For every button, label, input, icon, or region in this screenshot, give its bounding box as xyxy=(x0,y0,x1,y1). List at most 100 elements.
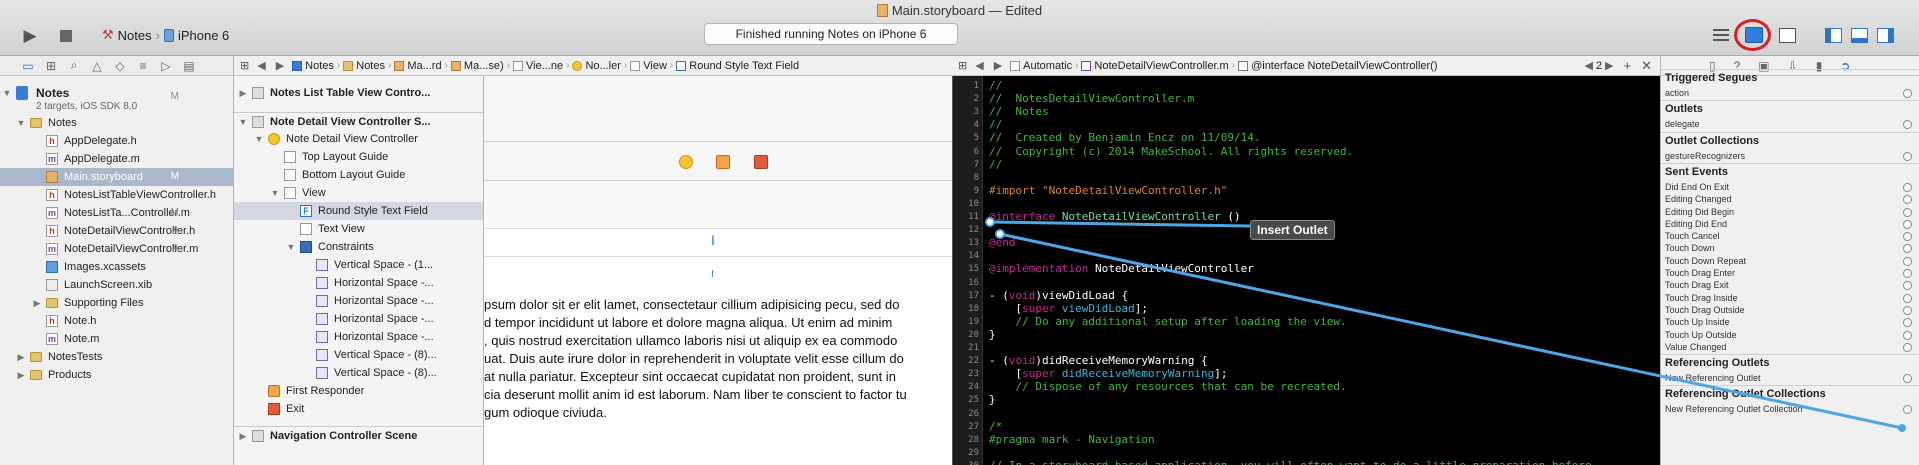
tree-item-file[interactable]: m NoteDetailViewController.m A xyxy=(0,240,233,258)
related-items-icon[interactable]: ⊞ xyxy=(958,59,967,72)
outline-scene[interactable]: ▶ Navigation Controller Scene xyxy=(234,426,483,444)
tree-item-file-selected[interactable]: Main.storyboard M xyxy=(0,168,233,186)
disclosure-open-icon[interactable]: ▼ xyxy=(286,238,296,256)
connection-well-icon[interactable] xyxy=(1903,120,1912,130)
connection-well-icon[interactable] xyxy=(1903,374,1912,384)
outline-item[interactable]: Horizontal Space -... xyxy=(234,292,483,310)
disclosure-open-icon[interactable]: ▼ xyxy=(2,84,12,102)
tree-item-file[interactable]: h Note.h xyxy=(0,312,233,330)
connection-well-icon[interactable] xyxy=(1903,405,1912,415)
connection-well-icon[interactable] xyxy=(1903,305,1912,315)
connection-well-icon[interactable] xyxy=(1903,269,1912,278)
assistant-mode-selector[interactable]: Automatic xyxy=(1010,60,1072,72)
standard-editor-button[interactable] xyxy=(1710,24,1732,46)
jump-bar-item[interactable]: Notes xyxy=(292,60,334,72)
connection-well-icon[interactable] xyxy=(1903,256,1912,266)
connection-row[interactable]: gestureRecognizers xyxy=(1661,149,1919,164)
tree-item-file[interactable]: LaunchScreen.xib xyxy=(0,276,233,294)
outline-item[interactable]: Vertical Space - (1... xyxy=(234,256,483,274)
toggle-debug-area-button[interactable] xyxy=(1848,24,1870,46)
tree-item-file[interactable]: m NotesListTa...Controller.m M xyxy=(0,204,233,222)
next-counterpart-icon[interactable]: ▶ xyxy=(1605,59,1613,72)
outline-item[interactable]: Exit xyxy=(234,400,483,418)
test-icon[interactable]: ◇ xyxy=(114,59,126,73)
jump-bar-item[interactable]: Ma...rd xyxy=(394,60,442,72)
toggle-navigator-button[interactable] xyxy=(1822,24,1844,46)
disclosure-closed-icon[interactable]: ▶ xyxy=(32,294,42,312)
jump-bar-item[interactable]: Ma...se) xyxy=(450,60,504,72)
tree-item-group[interactable]: ▶ Products xyxy=(0,366,233,384)
jump-bar-item[interactable]: Notes xyxy=(343,60,385,72)
close-editor-icon[interactable]: ✕ xyxy=(1641,58,1652,74)
disclosure-closed-icon[interactable]: ▶ xyxy=(238,84,248,102)
back-arrow-icon[interactable]: ◀ xyxy=(257,59,265,72)
version-editor-button[interactable] xyxy=(1775,24,1799,46)
outline-item[interactable]: ▼ View xyxy=(234,184,483,202)
connection-well-icon[interactable] xyxy=(1903,182,1912,192)
disclosure-open-icon[interactable]: ▼ xyxy=(270,184,280,202)
connection-well-icon[interactable] xyxy=(1903,219,1912,229)
connection-well-icon[interactable] xyxy=(1903,195,1912,205)
scheme-selector[interactable]: ⚒ Notes › iPhone 6 xyxy=(102,27,229,43)
disclosure-open-icon[interactable]: ▼ xyxy=(238,113,248,131)
back-arrow-icon[interactable]: ◀ xyxy=(975,59,983,72)
tree-item-group[interactable]: ▶ Supporting Files xyxy=(0,294,233,312)
tree-item-group[interactable]: ▼ Notes xyxy=(0,114,233,132)
connection-well-icon[interactable] xyxy=(1903,281,1912,291)
warning-icon[interactable]: △ xyxy=(91,59,103,73)
symbol-icon[interactable]: ⊞ xyxy=(45,59,57,73)
folder-icon[interactable]: ▭ xyxy=(22,59,34,73)
outline-item[interactable]: Top Layout Guide xyxy=(234,148,483,166)
connection-well-icon[interactable] xyxy=(1903,207,1912,217)
forward-arrow-icon[interactable]: ▶ xyxy=(994,59,1002,72)
exit-icon[interactable] xyxy=(754,155,768,169)
jump-bar-item[interactable]: No...ler xyxy=(572,60,621,72)
view-controller-icon[interactable] xyxy=(679,155,693,169)
tree-item-group[interactable]: ▶ NotesTests xyxy=(0,348,233,366)
outline-item[interactable]: Vertical Space - (8)... xyxy=(234,346,483,364)
round-style-text-field[interactable] xyxy=(484,229,952,257)
tree-item-project[interactable]: ▼ Notes 2 targets, iOS SDK 8.0 M xyxy=(0,84,233,114)
outline-item[interactable]: Text View xyxy=(234,220,483,238)
text-view[interactable]: psum dolor sit er elit lamet, consecteta… xyxy=(484,296,952,422)
connection-well-icon[interactable] xyxy=(1903,318,1912,328)
outline-item[interactable]: Horizontal Space -... xyxy=(234,274,483,292)
add-editor-icon[interactable]: + xyxy=(1624,58,1632,73)
jump-bar-symbol[interactable]: @interface NoteDetailViewController() xyxy=(1238,60,1438,72)
outline-item[interactable]: ▼ Note Detail View Controller xyxy=(234,130,483,148)
tree-item-file[interactable]: h NoteDetailViewController.h A xyxy=(0,222,233,240)
search-icon[interactable]: ⌕ xyxy=(68,58,80,73)
stop-button[interactable] xyxy=(54,25,78,47)
interface-builder-canvas[interactable]: I I psum dolor sit er elit lamet, consec… xyxy=(484,76,952,465)
debug-icon[interactable]: ≡ xyxy=(137,59,149,73)
connection-well-icon[interactable] xyxy=(1903,89,1912,98)
toggle-utilities-button[interactable] xyxy=(1874,24,1896,46)
outline-item[interactable]: Bottom Layout Guide xyxy=(234,166,483,184)
outline-item[interactable]: Vertical Space - (8)... xyxy=(234,364,483,382)
jump-bar-item[interactable]: Round Style Text Field xyxy=(676,60,799,72)
jump-bar-item[interactable]: Vie...ne xyxy=(513,60,563,72)
run-button[interactable]: ▶ xyxy=(18,25,42,47)
disclosure-closed-icon[interactable]: ▶ xyxy=(16,348,26,366)
source-editor[interactable]: 1 2 3 4 5 6 7 8 9 10 11 12 13 14 15 16 17 18 19 20 21 22 23 24 2… xyxy=(952,76,1660,465)
tree-item-file[interactable]: Images.xcassets xyxy=(0,258,233,276)
outline-item-selected[interactable]: F Round Style Text Field xyxy=(234,202,483,220)
connection-row[interactable]: action xyxy=(1661,86,1919,101)
related-items-icon[interactable]: ⊞ xyxy=(240,59,249,72)
connection-well-icon[interactable] xyxy=(1903,232,1912,242)
disclosure-closed-icon[interactable]: ▶ xyxy=(16,366,26,384)
disclosure-open-icon[interactable]: ▼ xyxy=(254,130,264,148)
jump-bar-item[interactable]: View xyxy=(630,60,667,72)
tree-item-file[interactable]: m Note.m xyxy=(0,330,233,348)
outline-item[interactable]: First Responder xyxy=(234,382,483,400)
connection-well-icon[interactable] xyxy=(1903,330,1912,340)
connection-well-icon[interactable] xyxy=(1903,293,1912,303)
connection-row[interactable]: Value Changed xyxy=(1661,340,1919,355)
connection-row[interactable]: delegate xyxy=(1661,117,1919,132)
connection-well-icon[interactable] xyxy=(1903,244,1912,254)
forward-arrow-icon[interactable]: ▶ xyxy=(276,59,284,72)
outline-item[interactable]: Horizontal Space -... xyxy=(234,328,483,346)
first-responder-icon[interactable] xyxy=(716,155,730,169)
breakpoint-icon[interactable]: ▷ xyxy=(160,59,172,73)
outline-scene[interactable]: ▶ Notes List Table View Contro... xyxy=(234,84,483,102)
